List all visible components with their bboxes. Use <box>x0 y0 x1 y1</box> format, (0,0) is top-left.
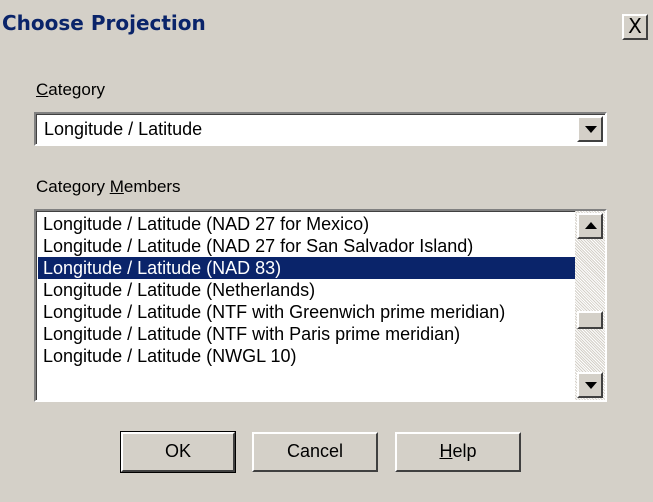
list-item[interactable]: Longitude / Latitude (NAD 27 for Mexico) <box>38 213 575 235</box>
category-dropdown-button[interactable] <box>577 116 603 142</box>
list-item[interactable]: Longitude / Latitude (NAD 83) <box>38 257 575 279</box>
cancel-button[interactable]: Cancel <box>252 432 378 472</box>
ok-button[interactable]: OK <box>120 431 236 473</box>
list-item[interactable]: Longitude / Latitude (Netherlands) <box>38 279 575 301</box>
list-item[interactable]: Longitude / Latitude (NTF with Greenwich… <box>38 301 575 323</box>
scroll-thumb[interactable] <box>577 311 603 329</box>
members-label: Category Members <box>36 177 181 197</box>
members-label-rest: embers <box>123 177 181 196</box>
category-members-list[interactable]: Longitude / Latitude (NAD 27 for Mexico)… <box>34 209 607 402</box>
scroll-up-button[interactable] <box>577 213 603 239</box>
list-item[interactable]: Longitude / Latitude (NTF with Paris pri… <box>38 323 575 345</box>
chevron-down-icon <box>585 126 597 133</box>
close-icon: X <box>628 14 642 38</box>
list-item[interactable]: Longitude / Latitude (NWGL 10) <box>38 345 575 367</box>
category-value: Longitude / Latitude <box>44 119 203 139</box>
title-bar: Choose Projection X <box>0 0 653 44</box>
window-title: Choose Projection <box>2 11 206 35</box>
help-accel: H <box>439 441 453 461</box>
members-label-prefix: Category <box>36 177 110 196</box>
vertical-scrollbar[interactable] <box>575 211 605 400</box>
scroll-down-icon <box>585 382 597 389</box>
category-label-rest: ategory <box>48 80 105 99</box>
help-button[interactable]: Help <box>395 432 521 472</box>
category-dropdown[interactable]: Longitude / Latitude <box>34 112 607 146</box>
list-items: Longitude / Latitude (NAD 27 for Mexico)… <box>38 213 575 367</box>
list-item[interactable]: Longitude / Latitude (NAD 27 for San Sal… <box>38 235 575 257</box>
category-label: Category <box>36 80 105 100</box>
help-label-rest: elp <box>452 441 477 461</box>
scroll-up-icon <box>585 222 597 229</box>
scroll-down-button[interactable] <box>577 372 603 398</box>
close-button[interactable]: X <box>622 14 648 40</box>
category-label-accel: C <box>36 80 49 99</box>
members-label-accel: M <box>109 177 124 196</box>
